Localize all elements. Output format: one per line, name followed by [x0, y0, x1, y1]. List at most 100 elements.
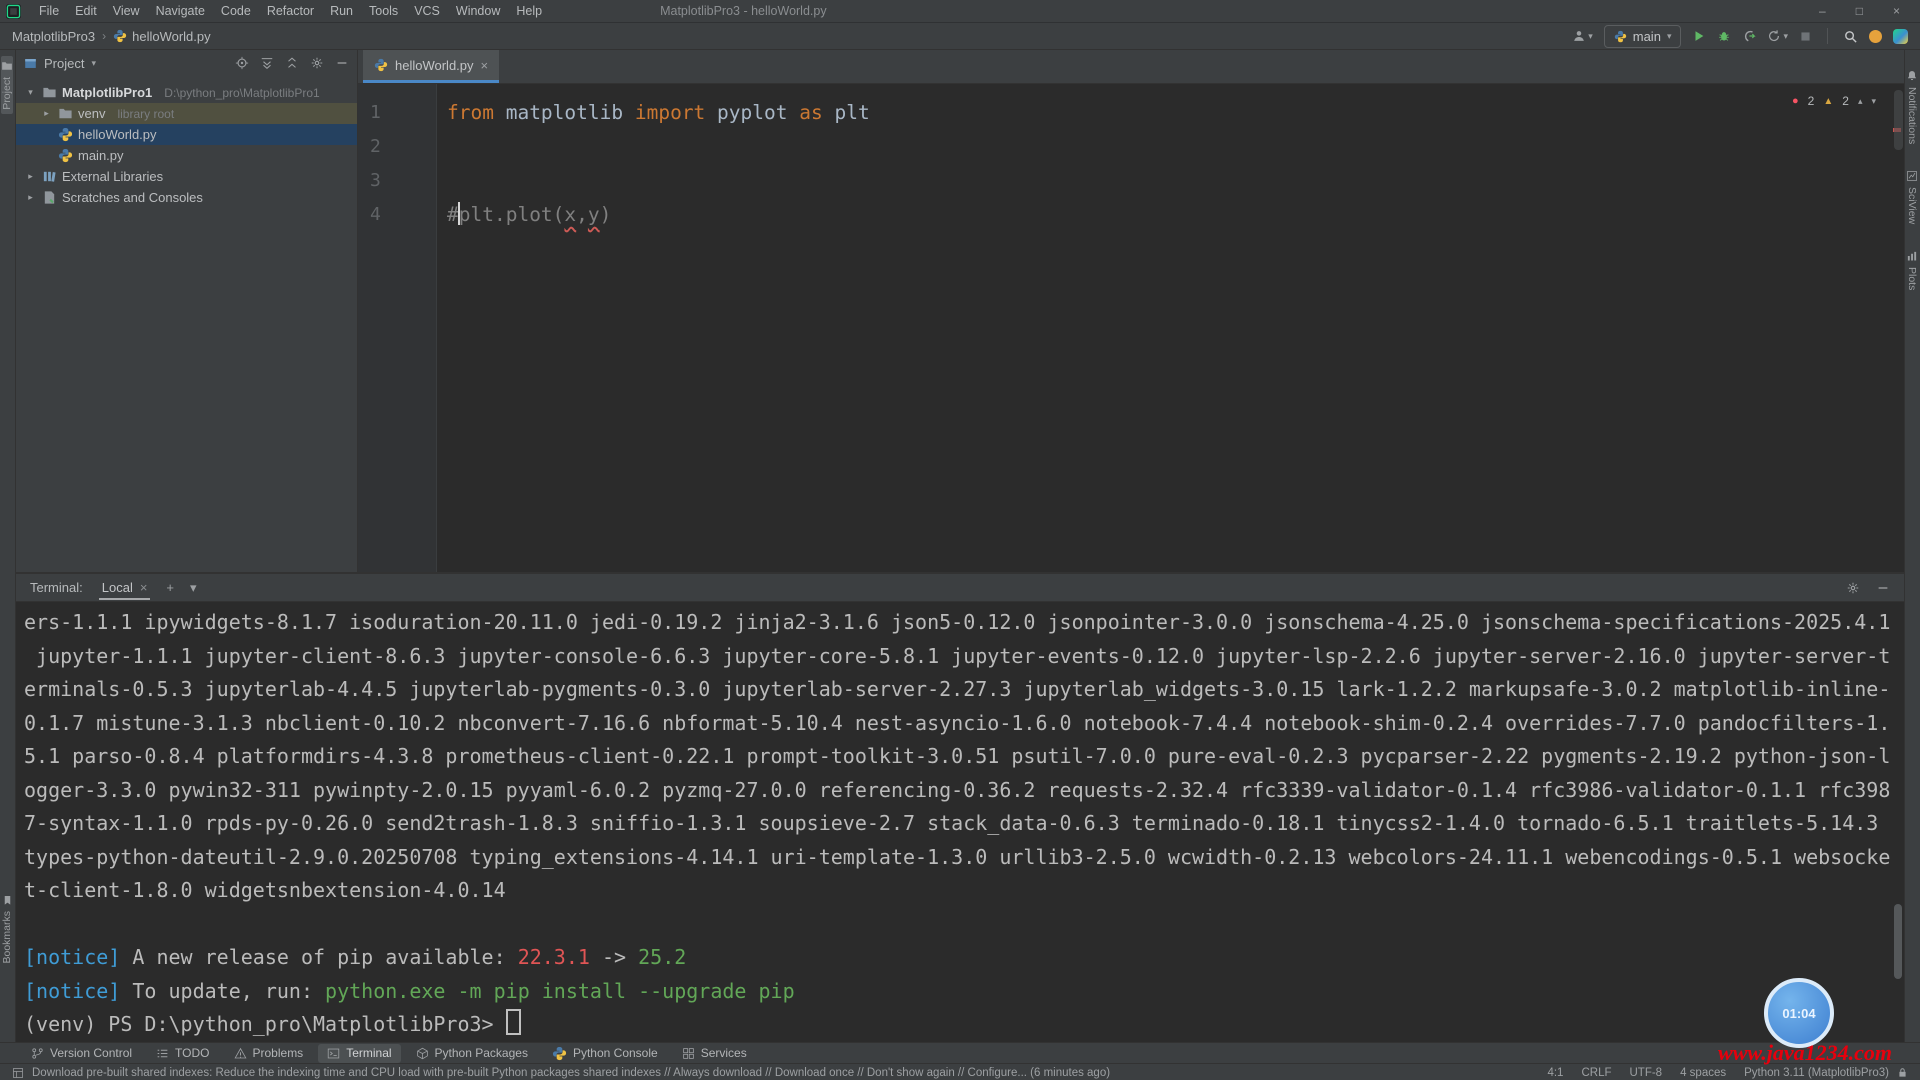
toolwindow-button-todo[interactable]: TODO [147, 1044, 218, 1063]
toolwindow-button-python-console[interactable]: Python Console [543, 1044, 667, 1063]
terminal-text: ers-1.1.1 ipywidgets-8.1.7 isoduration-2… [24, 610, 1890, 634]
terminal-line: [notice] A new release of pip available:… [24, 941, 1904, 975]
minimize-icon[interactable]: – [1819, 4, 1826, 18]
run-button[interactable] [1692, 29, 1706, 43]
menu-tools[interactable]: Tools [361, 4, 406, 18]
sidebar-item-project[interactable]: Project [1, 56, 13, 114]
menu-code[interactable]: Code [213, 4, 259, 18]
bookmark-icon [2, 895, 13, 906]
menu-edit[interactable]: Edit [67, 4, 105, 18]
line-number: 2 [358, 130, 436, 164]
status-python-interpreter[interactable]: Python 3.11 (MatplotlibPro3) [1744, 1067, 1889, 1079]
stop-button[interactable] [1799, 30, 1812, 43]
tab-close-icon[interactable]: × [481, 58, 489, 73]
tree-item-helloworld-py[interactable]: helloWorld.py [16, 124, 357, 145]
sidebar-item-plots[interactable]: Plots [1906, 250, 1918, 290]
status-caret-position[interactable]: 4:1 [1547, 1067, 1563, 1079]
sidebar-item-notifications[interactable]: Notifications [1906, 70, 1918, 144]
maximize-icon[interactable]: □ [1856, 4, 1863, 18]
project-panel-title[interactable]: Project [44, 56, 84, 71]
profiler-button[interactable]: ▾ [1767, 29, 1788, 43]
inspections-widget[interactable]: ● 2 ▲ 2 ▴ ▾ [1792, 94, 1876, 108]
ide-avatar-icon[interactable] [1893, 29, 1908, 44]
chevron-down-icon: ▾ [1667, 31, 1672, 42]
terminal-dropdown-icon[interactable]: ▾ [190, 580, 197, 596]
tree-item-label: Scratches and Consoles [62, 190, 203, 205]
terminal-scrollbar[interactable] [1894, 904, 1902, 979]
menu-bar: FileEditViewNavigateCodeRefactorRunTools… [31, 4, 550, 18]
locate-file-icon[interactable] [235, 56, 249, 70]
status-message[interactable]: Download pre-built shared indexes: Reduc… [32, 1067, 1110, 1079]
python-icon [1614, 30, 1627, 43]
toolwindow-button-label: Version Control [50, 1046, 132, 1060]
tree-item-external-libraries[interactable]: ▸External Libraries [16, 166, 357, 187]
hide-panel-icon[interactable] [335, 56, 349, 70]
next-problem-icon[interactable]: ▾ [1871, 96, 1876, 107]
main-toolbar: MatplotlibPro3 › helloWorld.py ▾ main ▾ … [0, 23, 1920, 50]
menu-navigate[interactable]: Navigate [148, 4, 213, 18]
toolwindow-button-python-packages[interactable]: Python Packages [407, 1044, 537, 1063]
package-icon [416, 1047, 429, 1060]
chevron-down-icon[interactable]: ▾ [91, 58, 96, 69]
menu-view[interactable]: View [105, 4, 148, 18]
tree-item-venv[interactable]: ▸venvlibrary root [16, 103, 357, 124]
line-number: 1 [358, 96, 436, 130]
toolwindow-button-problems[interactable]: Problems [225, 1044, 313, 1063]
collapse-all-icon[interactable] [285, 56, 299, 70]
close-icon[interactable]: × [1893, 4, 1900, 18]
search-everywhere-icon[interactable] [1843, 29, 1858, 44]
sciview-icon [1906, 170, 1918, 182]
chevron-collapsed-icon[interactable]: ▸ [24, 171, 37, 182]
tab-helloworld-py[interactable]: helloWorld.py × [363, 50, 499, 83]
toolwindow-button-services[interactable]: Services [673, 1044, 756, 1063]
code-token: matplotlib [494, 101, 635, 124]
menu-refactor[interactable]: Refactor [259, 4, 322, 18]
menu-run[interactable]: Run [322, 4, 361, 18]
status-indent-style[interactable]: 4 spaces [1680, 1067, 1726, 1079]
python-file-icon [113, 29, 127, 43]
toolwindow-button-version-control[interactable]: Version Control [22, 1044, 141, 1063]
status-line-separator[interactable]: CRLF [1581, 1067, 1611, 1079]
settings-gear-icon[interactable] [310, 56, 324, 70]
terminal-panel: Terminal: Local × + ▾ ers-1.1.1 ipywidge… [16, 574, 1904, 1042]
terminal-cursor [506, 1009, 521, 1035]
sidebar-item-bookmarks[interactable]: Bookmarks [1, 895, 13, 964]
status-file-encoding[interactable]: UTF-8 [1629, 1067, 1662, 1079]
tree-item-scratches-and-consoles[interactable]: ▸ Scratches and Consoles [16, 187, 357, 208]
run-with-coverage-button[interactable] [1742, 29, 1756, 43]
code-with-me-icon[interactable]: ▾ [1572, 29, 1593, 43]
menu-vcs[interactable]: VCS [406, 4, 448, 18]
sidebar-item-sciview[interactable]: SciView [1906, 170, 1918, 224]
menu-help[interactable]: Help [508, 4, 550, 18]
recording-timer-badge[interactable]: 01:04 [1764, 978, 1834, 1048]
bell-icon [1906, 70, 1918, 82]
menu-file[interactable]: File [31, 4, 67, 18]
code-area[interactable]: from matplotlib import pyplot as plt#plt… [437, 84, 870, 572]
terminal-output[interactable]: ers-1.1.1 ipywidgets-8.1.7 isoduration-2… [16, 602, 1904, 1042]
toolwindow-button-label: Python Packages [435, 1046, 528, 1060]
project-panel-header: Project ▾ [16, 50, 357, 76]
new-terminal-icon[interactable]: + [166, 580, 174, 595]
terminal-hide-icon[interactable] [1876, 581, 1890, 595]
terminal-tab-close-icon[interactable]: × [140, 580, 148, 595]
breadcrumb-file[interactable]: helloWorld.py [113, 29, 211, 44]
terminal-tab-local[interactable]: Local × [99, 576, 151, 600]
tree-item-main-py[interactable]: main.py [16, 145, 357, 166]
menu-window[interactable]: Window [448, 4, 508, 18]
terminal-settings-gear-icon[interactable] [1846, 581, 1860, 595]
toolwindow-button-terminal[interactable]: Terminal [318, 1044, 400, 1063]
tree-item-matplotlibpro1[interactable]: ▾MatplotlibPro1D:\python_pro\MatplotlibP… [16, 82, 357, 103]
update-notification-icon[interactable] [1869, 30, 1882, 43]
expand-all-icon[interactable] [260, 56, 274, 70]
run-configuration-select[interactable]: main ▾ [1604, 25, 1682, 48]
unresolved-reference: y [588, 203, 600, 226]
editor-scrollbar[interactable] [1894, 90, 1903, 150]
lock-icon[interactable] [1897, 1067, 1908, 1078]
editor-body[interactable]: 1234 from matplotlib import pyplot as pl… [358, 84, 1904, 572]
breadcrumb-project[interactable]: MatplotlibPro3 [12, 29, 95, 44]
debug-button[interactable] [1717, 29, 1731, 43]
chevron-expanded-icon[interactable]: ▾ [24, 87, 37, 98]
chevron-collapsed-icon[interactable]: ▸ [24, 192, 37, 203]
previous-problem-icon[interactable]: ▴ [1858, 96, 1863, 107]
chevron-collapsed-icon[interactable]: ▸ [40, 108, 53, 119]
